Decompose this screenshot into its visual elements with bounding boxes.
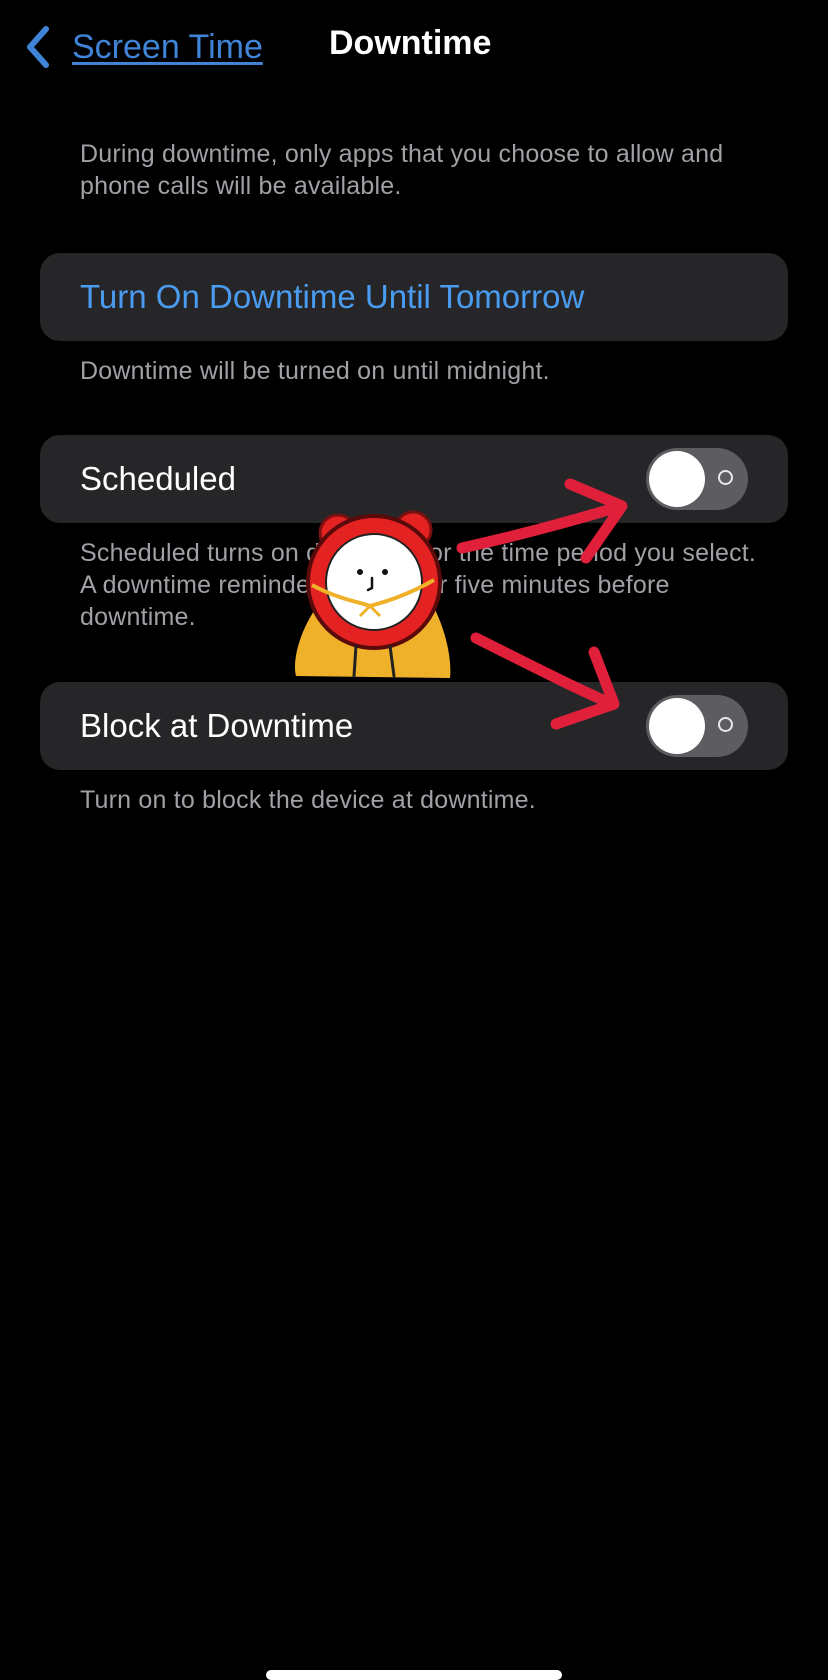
block-at-downtime-toggle[interactable] — [646, 695, 748, 757]
toggle-knob — [649, 451, 705, 507]
chevron-left-icon — [27, 26, 49, 68]
intro-description: During downtime, only apps that you choo… — [80, 140, 724, 200]
page-title: Downtime — [329, 24, 492, 62]
scheduled-toggle[interactable] — [646, 448, 748, 510]
scheduled-label: Scheduled — [80, 460, 236, 497]
turn-on-downtime-label: Turn On Downtime Until Tomorrow — [80, 278, 585, 315]
block-at-downtime-label: Block at Downtime — [80, 707, 354, 744]
block-at-downtime-footnote: Turn on to block the device at downtime. — [80, 786, 536, 814]
scheduled-footnote: Scheduled turns on downtime for the time… — [80, 539, 757, 631]
scheduled-row: Scheduled — [40, 435, 788, 523]
toggle-off-indicator-icon — [718, 470, 733, 485]
navigation-bar: Screen Time Downtime — [0, 0, 828, 92]
back-button[interactable]: Screen Time — [22, 22, 263, 72]
toggle-off-indicator-icon — [718, 717, 733, 732]
turn-on-downtime-button[interactable]: Turn On Downtime Until Tomorrow — [40, 253, 788, 341]
block-at-downtime-row: Block at Downtime — [40, 682, 788, 770]
toggle-knob — [649, 698, 705, 754]
back-button-label: Screen Time — [72, 27, 263, 66]
annotation-overlay — [294, 478, 628, 730]
home-indicator — [266, 1670, 562, 1680]
turn-on-downtime-footnote: Downtime will be turned on until midnigh… — [80, 357, 550, 385]
